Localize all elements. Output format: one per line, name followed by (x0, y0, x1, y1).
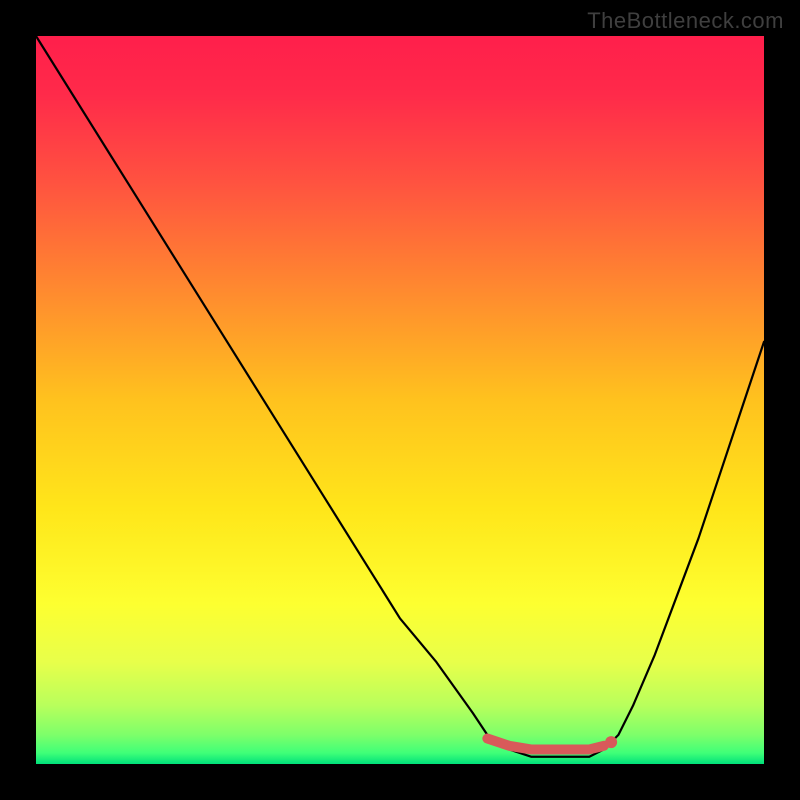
bottleneck-chart (36, 36, 764, 764)
watermark-text: TheBottleneck.com (587, 8, 784, 34)
plot-svg (36, 36, 764, 764)
highlight-dot (605, 736, 617, 748)
